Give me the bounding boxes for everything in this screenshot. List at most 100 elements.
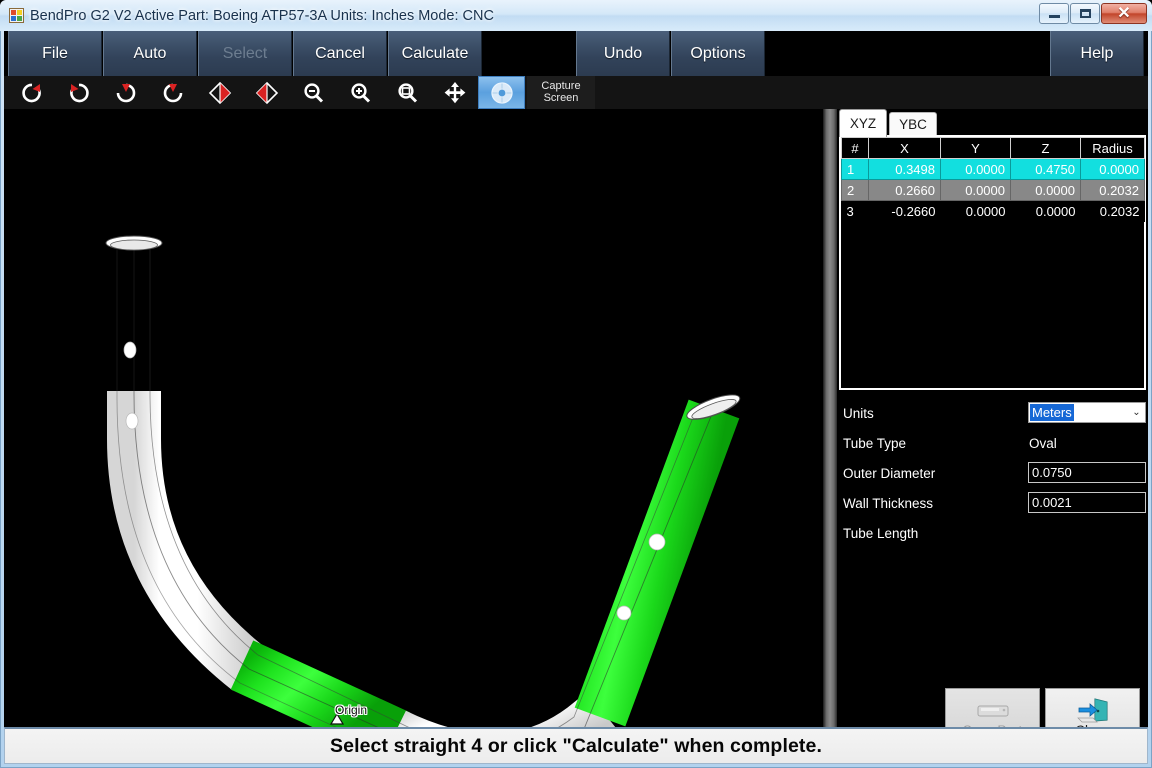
chevron-down-icon: ⌄ [1132,407,1141,418]
table-cell-x[interactable]: -0.2660 [868,200,941,222]
menu-item-undo[interactable]: Undo [576,31,670,76]
tab-xyz[interactable]: XYZ [839,109,887,137]
table-cell-y[interactable]: 0.0000 [940,158,1011,180]
table-header-cell[interactable]: Z [1010,137,1081,159]
save-icon [977,705,1008,717]
table-row[interactable]: 1 0.3498 0.0000 0.4750 0.0000 [841,158,1145,180]
table-cell-radius[interactable]: 0.2032 [1080,200,1145,222]
close-button[interactable]: ✕ [1101,3,1147,24]
rotate-left-button[interactable] [55,76,102,109]
title-bar[interactable]: BendPro G2 V2 Active Part: Boeing ATP57-… [0,0,1152,31]
menu-item-cancel[interactable]: Cancel [293,31,387,76]
zoom-out-button[interactable] [290,76,337,109]
maximize-icon [1079,9,1091,18]
tube-type-value: Oval [1029,436,1057,451]
table-row[interactable]: 3 -0.2660 0.0000 0.0000 0.2032 [841,200,1145,222]
flip-horizontal-icon [207,81,233,105]
table-header-row: # X Y Z Radius [841,137,1145,159]
property-row: Tube Type Oval [839,431,1146,461]
tube-hole-marker [648,533,666,551]
units-dropdown[interactable]: Meters ⌄ [1028,402,1146,423]
minimize-icon [1048,15,1060,18]
rotate-right-button[interactable] [8,76,55,109]
table-cell-x[interactable]: 0.3498 [868,158,941,180]
viewport-3d[interactable]: Origin Z X [4,109,824,751]
zoom-out-icon [301,81,327,105]
table-cell-z[interactable]: 0.0000 [1010,200,1081,222]
outer-diameter-input[interactable] [1028,462,1146,483]
zoom-window-button[interactable] [384,76,431,109]
rotate-cw-vertical-icon [112,81,140,105]
flip-horizontal-button[interactable] [196,76,243,109]
table-cell-num[interactable]: 1 [841,158,869,180]
client-area: File Auto Select Cancel Calculate Undo Options… [4,31,1148,764]
menu-item-label: Cancel [315,44,365,62]
tube-hole-marker [125,412,139,430]
maximize-button[interactable] [1070,3,1100,24]
table-cell-radius[interactable]: 0.0000 [1080,158,1145,180]
property-row: Wall Thickness [839,491,1146,521]
table-header-cell[interactable]: X [868,137,941,159]
tube-hole-marker [616,605,632,621]
capture-screen-label-1: Capture [541,80,581,92]
table-cell-y[interactable]: 0.0000 [940,200,1011,222]
right-panel: XYZ YBC # X Y Z Radius 1 0.3498 0.0000 0.4750 0.0… [837,109,1148,751]
table-cell-num[interactable]: 2 [841,179,869,201]
status-message: Select straight 4 or click "Calculate" w… [330,734,822,757]
capture-screen-label-2: Screen [543,91,579,104]
table-cell-x[interactable]: 0.2660 [868,179,941,201]
property-label: Tube Length [843,526,919,541]
menu-item-auto[interactable]: Auto [103,31,197,76]
table-cell-z[interactable]: 0.0000 [1010,179,1081,201]
capture-screen-button[interactable]: Capture Screen [527,76,595,109]
coordinate-table: # X Y Z Radius 1 0.3498 0.0000 0.4750 0.0000 2 0.2… [841,137,1145,222]
rotate-cw-vertical-button[interactable] [102,76,149,109]
table-cell-num[interactable]: 3 [841,200,869,222]
minimize-button[interactable] [1039,3,1069,24]
flip-vertical-button[interactable] [243,76,290,109]
exit-door-icon [1076,698,1107,723]
menu-item-label: Undo [603,44,643,62]
menu-item-label: File [42,44,68,62]
tube-hole-marker [123,341,137,359]
menu-item-label: Help [1080,44,1114,62]
rotate-left-icon [65,81,93,105]
rotate-ccw-vertical-button[interactable] [149,76,196,109]
tab-ybc[interactable]: YBC [889,112,937,136]
rotate-center-icon [488,80,516,106]
pan-button[interactable] [431,76,478,109]
property-label: Wall Thickness [843,496,934,511]
wall-thickness-input[interactable] [1028,492,1146,513]
menu-bar: File Auto Select Cancel Calculate Undo Options… [4,31,1148,76]
zoom-in-icon [348,81,374,105]
menu-item-options[interactable]: Options [671,31,765,76]
zoom-in-button[interactable] [337,76,384,109]
menu-item-help[interactable]: Help [1050,31,1144,76]
tube-straight-3 [574,399,740,727]
property-row: Units Meters ⌄ [839,401,1146,431]
table-cell-y[interactable]: 0.0000 [940,179,1011,201]
menu-item-select: Select [198,31,292,76]
table-row[interactable]: 2 0.2660 0.0000 0.0000 0.2032 [841,179,1145,201]
properties-list: Units Meters ⌄ Tube Type Oval Outer Diameter W… [839,401,1146,551]
table-header-cell[interactable]: Radius [1080,137,1145,159]
property-label: Outer Diameter [843,466,936,481]
table-header-cell[interactable]: # [841,137,869,159]
tube-model [47,235,741,751]
rotate-ccw-vertical-icon [159,81,187,105]
menu-item-file[interactable]: File [8,31,102,76]
zoom-window-icon [395,81,421,105]
app-icon [9,8,24,23]
table-header-cell[interactable]: Y [940,137,1011,159]
table-cell-z[interactable]: 0.4750 [1010,158,1081,180]
coordinate-table-container[interactable]: # X Y Z Radius 1 0.3498 0.0000 0.4750 0.0000 2 0.2… [839,135,1146,390]
window-title: BendPro G2 V2 Active Part: Boeing ATP57-… [30,8,494,24]
rotate-center-button[interactable] [478,76,525,109]
property-label: Units [843,406,874,421]
flip-vertical-icon [254,81,280,105]
menu-item-calculate[interactable]: Calculate [388,31,482,76]
tab-label: XYZ [849,116,877,131]
tube-end-cap-top [105,235,163,251]
panel-splitter[interactable] [823,109,837,751]
table-cell-radius[interactable]: 0.2032 [1080,179,1145,201]
